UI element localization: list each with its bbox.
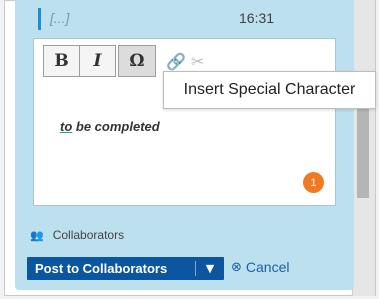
link-icon[interactable]: 🔗 <box>166 52 186 71</box>
italic-button[interactable]: I <box>79 45 116 77</box>
bold-button[interactable]: B <box>43 45 80 77</box>
special-character-button[interactable]: Ω <box>118 45 156 77</box>
editor-content[interactable]: to be completed <box>60 119 160 134</box>
comment-placeholder: [...] <box>50 10 70 26</box>
collaborators-label: Collaborators <box>52 228 125 242</box>
cancel-icon: ⊗ <box>231 259 242 275</box>
notification-badge: 1 <box>303 172 324 193</box>
cancel-label: Cancel <box>245 259 290 275</box>
editor-text-underlined: to <box>60 119 73 134</box>
editor-text-rest: be completed <box>72 119 160 134</box>
users-icon: 👥 <box>30 228 44 242</box>
cancel-button[interactable]: ⊗ Cancel <box>231 259 290 275</box>
collaborators-section: 👥 Collaborators <box>30 228 124 242</box>
post-button-label[interactable]: Post to Collaborators <box>27 261 195 276</box>
comment-accent-bar <box>38 8 41 30</box>
comment-time: 16:31 <box>239 10 275 26</box>
post-to-collaborators-button[interactable]: Post to Collaborators ▼ <box>27 257 224 280</box>
unlink-icon[interactable]: ✂ <box>191 52 204 71</box>
special-character-tooltip: Insert Special Character <box>163 71 376 109</box>
chevron-down-icon[interactable]: ▼ <box>196 262 224 275</box>
scrollbar-thumb[interactable] <box>357 98 369 198</box>
